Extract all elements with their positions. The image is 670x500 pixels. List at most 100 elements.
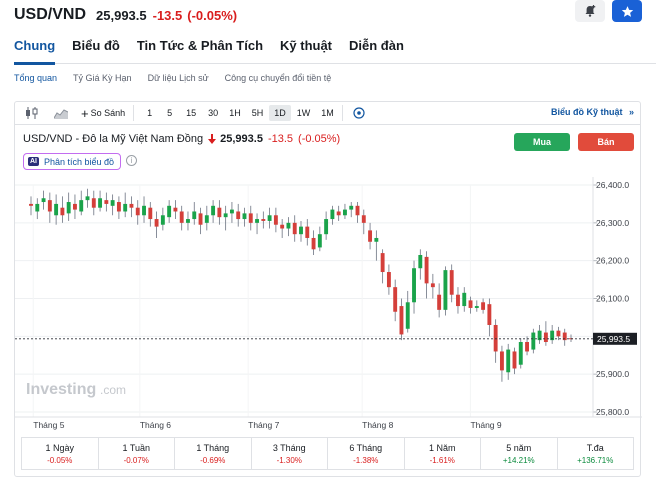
candle	[104, 192, 109, 212]
candle	[217, 200, 222, 225]
candle	[499, 345, 504, 382]
candle-body	[499, 351, 504, 371]
candle	[79, 190, 84, 216]
candle-body	[343, 209, 347, 216]
candle	[368, 222, 373, 250]
candle	[418, 249, 423, 280]
candle-body	[317, 234, 322, 248]
subtab-historical-data[interactable]: Dữ liệu Lịch sử	[148, 73, 209, 83]
performance-period: 1 Năm	[428, 442, 456, 453]
candle-body	[506, 349, 511, 373]
subtab-overview[interactable]: Tổng quan	[14, 73, 57, 83]
y-tick-label: 25,900.0	[596, 369, 629, 379]
candle	[468, 296, 473, 314]
tab-chart[interactable]: Biểu đồ	[72, 36, 120, 63]
candle	[330, 205, 335, 225]
candle	[550, 324, 555, 344]
performance-period: T.đa	[586, 442, 604, 453]
performance-period: 1 Tuần	[122, 442, 151, 453]
performance-cell: 1 Tháng -0.69%	[175, 438, 252, 469]
candle	[336, 205, 341, 221]
tab-news-analysis[interactable]: Tin Tức & Phân Tích	[137, 36, 263, 63]
candle-body	[248, 213, 253, 223]
candle-body	[399, 306, 404, 335]
candle	[179, 205, 184, 231]
candle-body	[60, 207, 65, 216]
candle	[493, 319, 498, 363]
candle-body	[361, 215, 366, 223]
candle-body	[85, 196, 90, 201]
performance-value: -1.61%	[429, 455, 455, 465]
candle-body	[481, 302, 486, 310]
candle	[85, 188, 90, 208]
candle-body	[129, 203, 134, 208]
candle	[355, 202, 360, 223]
candle-body	[405, 302, 410, 329]
y-tick-label: 26,400.0	[596, 180, 629, 190]
candle-body	[167, 205, 172, 218]
add-alert-button[interactable]	[575, 0, 605, 22]
candle	[311, 230, 316, 255]
candle	[299, 220, 303, 242]
candle	[324, 211, 329, 240]
price-change: -13.5	[152, 7, 183, 23]
candle-body	[54, 203, 59, 216]
candle	[543, 321, 548, 346]
candle-body	[443, 270, 448, 310]
watchlist-button[interactable]	[612, 0, 642, 22]
candle-body	[456, 294, 460, 307]
candle	[386, 264, 391, 295]
candle-body	[330, 209, 335, 220]
candle	[261, 211, 266, 229]
price-chart[interactable]: Investing .com 26,400.0 26,300.0 26,200.0 2…	[15, 102, 642, 432]
candle-body	[192, 211, 197, 220]
sub-tabs: Tổng quan Tỷ Giá Kỳ Hạn Dữ liệu Lịch sử …	[14, 73, 347, 83]
performance-value: +14.21%	[502, 455, 535, 465]
candle	[229, 202, 234, 223]
candle-body	[305, 226, 310, 238]
candle	[512, 347, 517, 375]
tab-forum[interactable]: Diễn đàn	[349, 36, 404, 63]
candle-body	[349, 205, 354, 210]
candle	[54, 194, 59, 225]
candle	[569, 334, 573, 343]
candle-body	[380, 253, 385, 273]
subtab-currency-converter[interactable]: Công cụ chuyển đổi tiền tệ	[225, 73, 332, 83]
candle-body	[261, 219, 266, 221]
candle	[556, 326, 561, 341]
candle	[135, 200, 140, 225]
candle	[437, 283, 442, 318]
candle	[98, 190, 103, 212]
candle	[393, 279, 398, 322]
performance-period: 3 Tháng	[272, 442, 306, 453]
subtab-forward-rates[interactable]: Tỷ Giá Kỳ Hạn	[73, 73, 132, 83]
candle-body	[98, 198, 103, 208]
candle-body	[531, 332, 536, 350]
performance-cell: 5 năm +14.21%	[481, 438, 558, 469]
candle-body	[29, 203, 33, 206]
candle	[60, 196, 65, 223]
candle-body	[123, 203, 128, 212]
last-price: 25,993.5	[96, 7, 147, 23]
tab-general[interactable]: Chung	[14, 36, 56, 65]
candle-body	[449, 270, 454, 295]
candle-body	[211, 205, 216, 216]
candle-body	[267, 215, 272, 221]
candle-body	[311, 237, 316, 250]
last-price-label: 25,993.5	[597, 334, 630, 344]
candle	[204, 205, 209, 231]
candle	[430, 273, 435, 299]
candle	[487, 298, 492, 337]
candle-body	[223, 213, 228, 218]
candle	[142, 196, 146, 223]
tab-technical[interactable]: Kỹ thuật	[280, 36, 332, 63]
candle-body	[393, 287, 398, 312]
performance-cell: 6 Tháng -1.38%	[328, 438, 405, 469]
candle-body	[116, 202, 121, 212]
candle	[562, 328, 567, 346]
y-tick-label: 26,100.0	[596, 294, 629, 304]
candle-body	[160, 215, 165, 225]
candle	[116, 196, 121, 220]
candles	[29, 188, 573, 382]
candle	[449, 264, 454, 303]
